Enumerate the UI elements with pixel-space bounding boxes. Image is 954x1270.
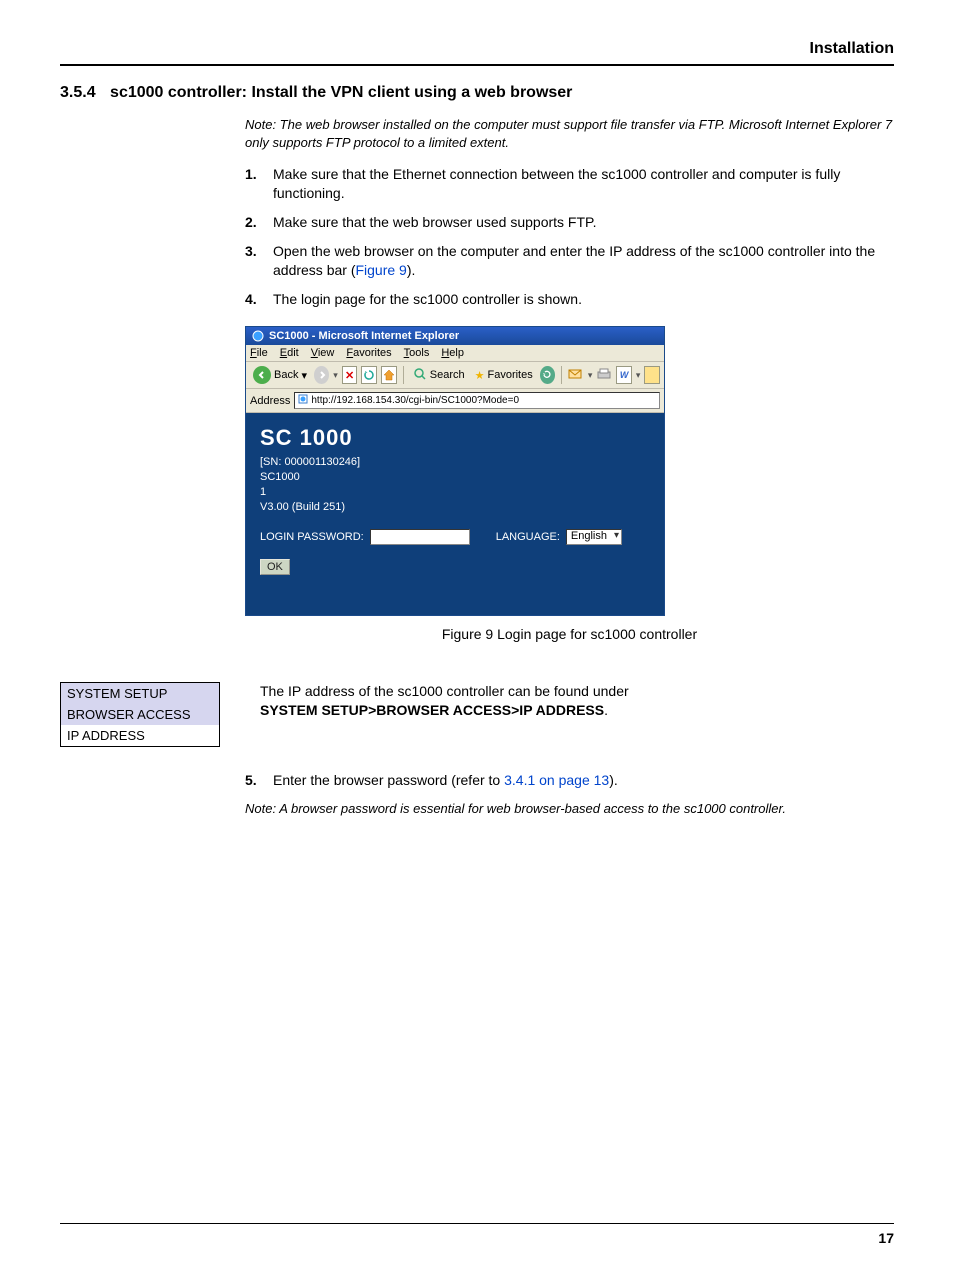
footer-rule	[60, 1223, 894, 1224]
search-button[interactable]: Search	[410, 366, 468, 385]
ip-address-description: The IP address of the sc1000 controller …	[260, 682, 894, 721]
menu-row-ip-address: IP ADDRESS	[61, 725, 219, 746]
step-3-num: 3.	[245, 242, 263, 280]
back-dropdown-icon: ▾	[301, 369, 307, 382]
mail-button[interactable]	[568, 367, 584, 384]
step-4-num: 4.	[245, 290, 263, 309]
page-number: 17	[878, 1230, 894, 1246]
edit-button[interactable]: W	[616, 366, 632, 384]
sc1000-version: V3.00 (Build 251)	[260, 500, 650, 515]
step-3-text-b: ).	[407, 262, 416, 278]
step-3: 3. Open the web browser on the computer …	[245, 242, 894, 280]
forward-dropdown-icon: ▾	[333, 370, 338, 381]
address-input[interactable]: http://192.168.154.30/cgi-bin/SC1000?Mod…	[294, 392, 660, 409]
sc1000-title: SC 1000	[260, 425, 650, 451]
ie-logo-icon	[252, 330, 264, 342]
header-rule	[60, 64, 894, 66]
step-4: 4. The login page for the sc1000 control…	[245, 290, 894, 309]
page-header-title: Installation	[60, 40, 894, 58]
home-button[interactable]	[381, 366, 397, 384]
menu-tools[interactable]: Tools	[404, 347, 430, 359]
ie-address-bar: Address http://192.168.154.30/cgi-bin/SC…	[246, 389, 664, 413]
toolbar-separator-1	[403, 366, 404, 384]
address-label: Address	[250, 395, 290, 407]
menu-row-system-setup: SYSTEM SETUP	[61, 683, 219, 704]
menu-view[interactable]: View	[311, 347, 335, 359]
menu-edit[interactable]: Edit	[280, 347, 299, 359]
figure-9-caption: Figure 9 Login page for sc1000 controlle…	[245, 626, 894, 642]
search-label: Search	[430, 369, 465, 381]
step-1-num: 1.	[245, 165, 263, 203]
login-password-input[interactable]	[370, 529, 470, 545]
note-password: Note: A browser password is essential fo…	[245, 800, 894, 818]
section-title: sc1000 controller: Install the VPN clien…	[110, 84, 572, 101]
language-label: LANGUAGE:	[496, 531, 560, 543]
edit-dropdown-icon: ▾	[636, 370, 641, 381]
ie-toolbar: Back ▾ ▾ ✕ Search ★ Fav	[246, 362, 664, 389]
sc1000-name: SC1000	[260, 470, 650, 485]
ie-window-title: SC1000 - Microsoft Internet Explorer	[269, 330, 459, 342]
back-button[interactable]: Back ▾	[250, 365, 310, 385]
ie-window-figure: SC1000 - Microsoft Internet Explorer Fil…	[245, 326, 665, 615]
step-5: 5. Enter the browser password (refer to …	[245, 771, 894, 790]
forward-button[interactable]	[314, 366, 329, 384]
menu-file[interactable]: File	[250, 347, 268, 359]
refresh-button[interactable]	[361, 366, 377, 384]
sc1000-sn: [SN: 000001130246]	[260, 455, 650, 470]
mail-dropdown-icon: ▾	[588, 370, 593, 381]
ip-desc-path: SYSTEM SETUP>BROWSER ACCESS>IP ADDRESS	[260, 702, 604, 718]
toolbar-separator-2	[561, 366, 562, 384]
sc1000-id: 1	[260, 485, 650, 500]
star-icon: ★	[475, 369, 485, 382]
sc1000-login-page: SC 1000 [SN: 000001130246] SC1000 1 V3.0…	[246, 413, 664, 614]
favorites-label: Favorites	[487, 369, 532, 381]
step-2-num: 2.	[245, 213, 263, 232]
menu-row-browser-access: BROWSER ACCESS	[61, 704, 219, 725]
step-5-text: Enter the browser password (refer to 3.4…	[273, 771, 618, 790]
address-value: http://192.168.154.30/cgi-bin/SC1000?Mod…	[311, 395, 519, 406]
ie-titlebar: SC1000 - Microsoft Internet Explorer	[246, 327, 664, 345]
page-icon	[298, 394, 308, 407]
search-icon	[413, 367, 427, 384]
messenger-button[interactable]	[644, 366, 660, 384]
menu-favorites[interactable]: Favorites	[346, 347, 391, 359]
ok-button[interactable]: OK	[260, 559, 290, 575]
language-select[interactable]: English	[566, 529, 622, 545]
sc1000-info: [SN: 000001130246] SC1000 1 V3.00 (Build…	[260, 455, 650, 514]
back-arrow-icon	[253, 366, 271, 384]
step-5-num: 5.	[245, 771, 263, 790]
step-2-text: Make sure that the web browser used supp…	[273, 213, 596, 232]
stop-button[interactable]: ✕	[342, 366, 358, 384]
step-3-text: Open the web browser on the computer and…	[273, 242, 894, 280]
figure-9-link[interactable]: Figure 9	[355, 262, 406, 278]
menu-path-box: SYSTEM SETUP BROWSER ACCESS IP ADDRESS	[60, 682, 220, 747]
menu-help[interactable]: Help	[441, 347, 464, 359]
note-ftp: Note: The web browser installed on the c…	[245, 116, 894, 151]
media-button[interactable]	[540, 366, 555, 384]
step-2: 2. Make sure that the web browser used s…	[245, 213, 894, 232]
step-1-text: Make sure that the Ethernet connection b…	[273, 165, 894, 203]
step-1: 1. Make sure that the Ethernet connectio…	[245, 165, 894, 203]
step-5-text-b: ).	[609, 772, 618, 788]
section-heading: 3.5.4 sc1000 controller: Install the VPN…	[60, 84, 894, 102]
section-341-link[interactable]: 3.4.1 on page 13	[504, 772, 609, 788]
section-number: 3.5.4	[60, 84, 96, 101]
ip-desc-line1: The IP address of the sc1000 controller …	[260, 683, 629, 699]
login-password-label: LOGIN PASSWORD:	[260, 531, 364, 543]
step-5-text-a: Enter the browser password (refer to	[273, 772, 504, 788]
back-label: Back	[274, 369, 298, 381]
ip-desc-dot: .	[604, 702, 608, 718]
favorites-button[interactable]: ★ Favorites	[472, 368, 536, 383]
login-row: LOGIN PASSWORD: LANGUAGE: English	[260, 529, 650, 545]
print-button[interactable]	[596, 367, 612, 384]
ie-menubar: File Edit View Favorites Tools Help	[246, 345, 664, 362]
step-4-text: The login page for the sc1000 controller…	[273, 290, 582, 309]
